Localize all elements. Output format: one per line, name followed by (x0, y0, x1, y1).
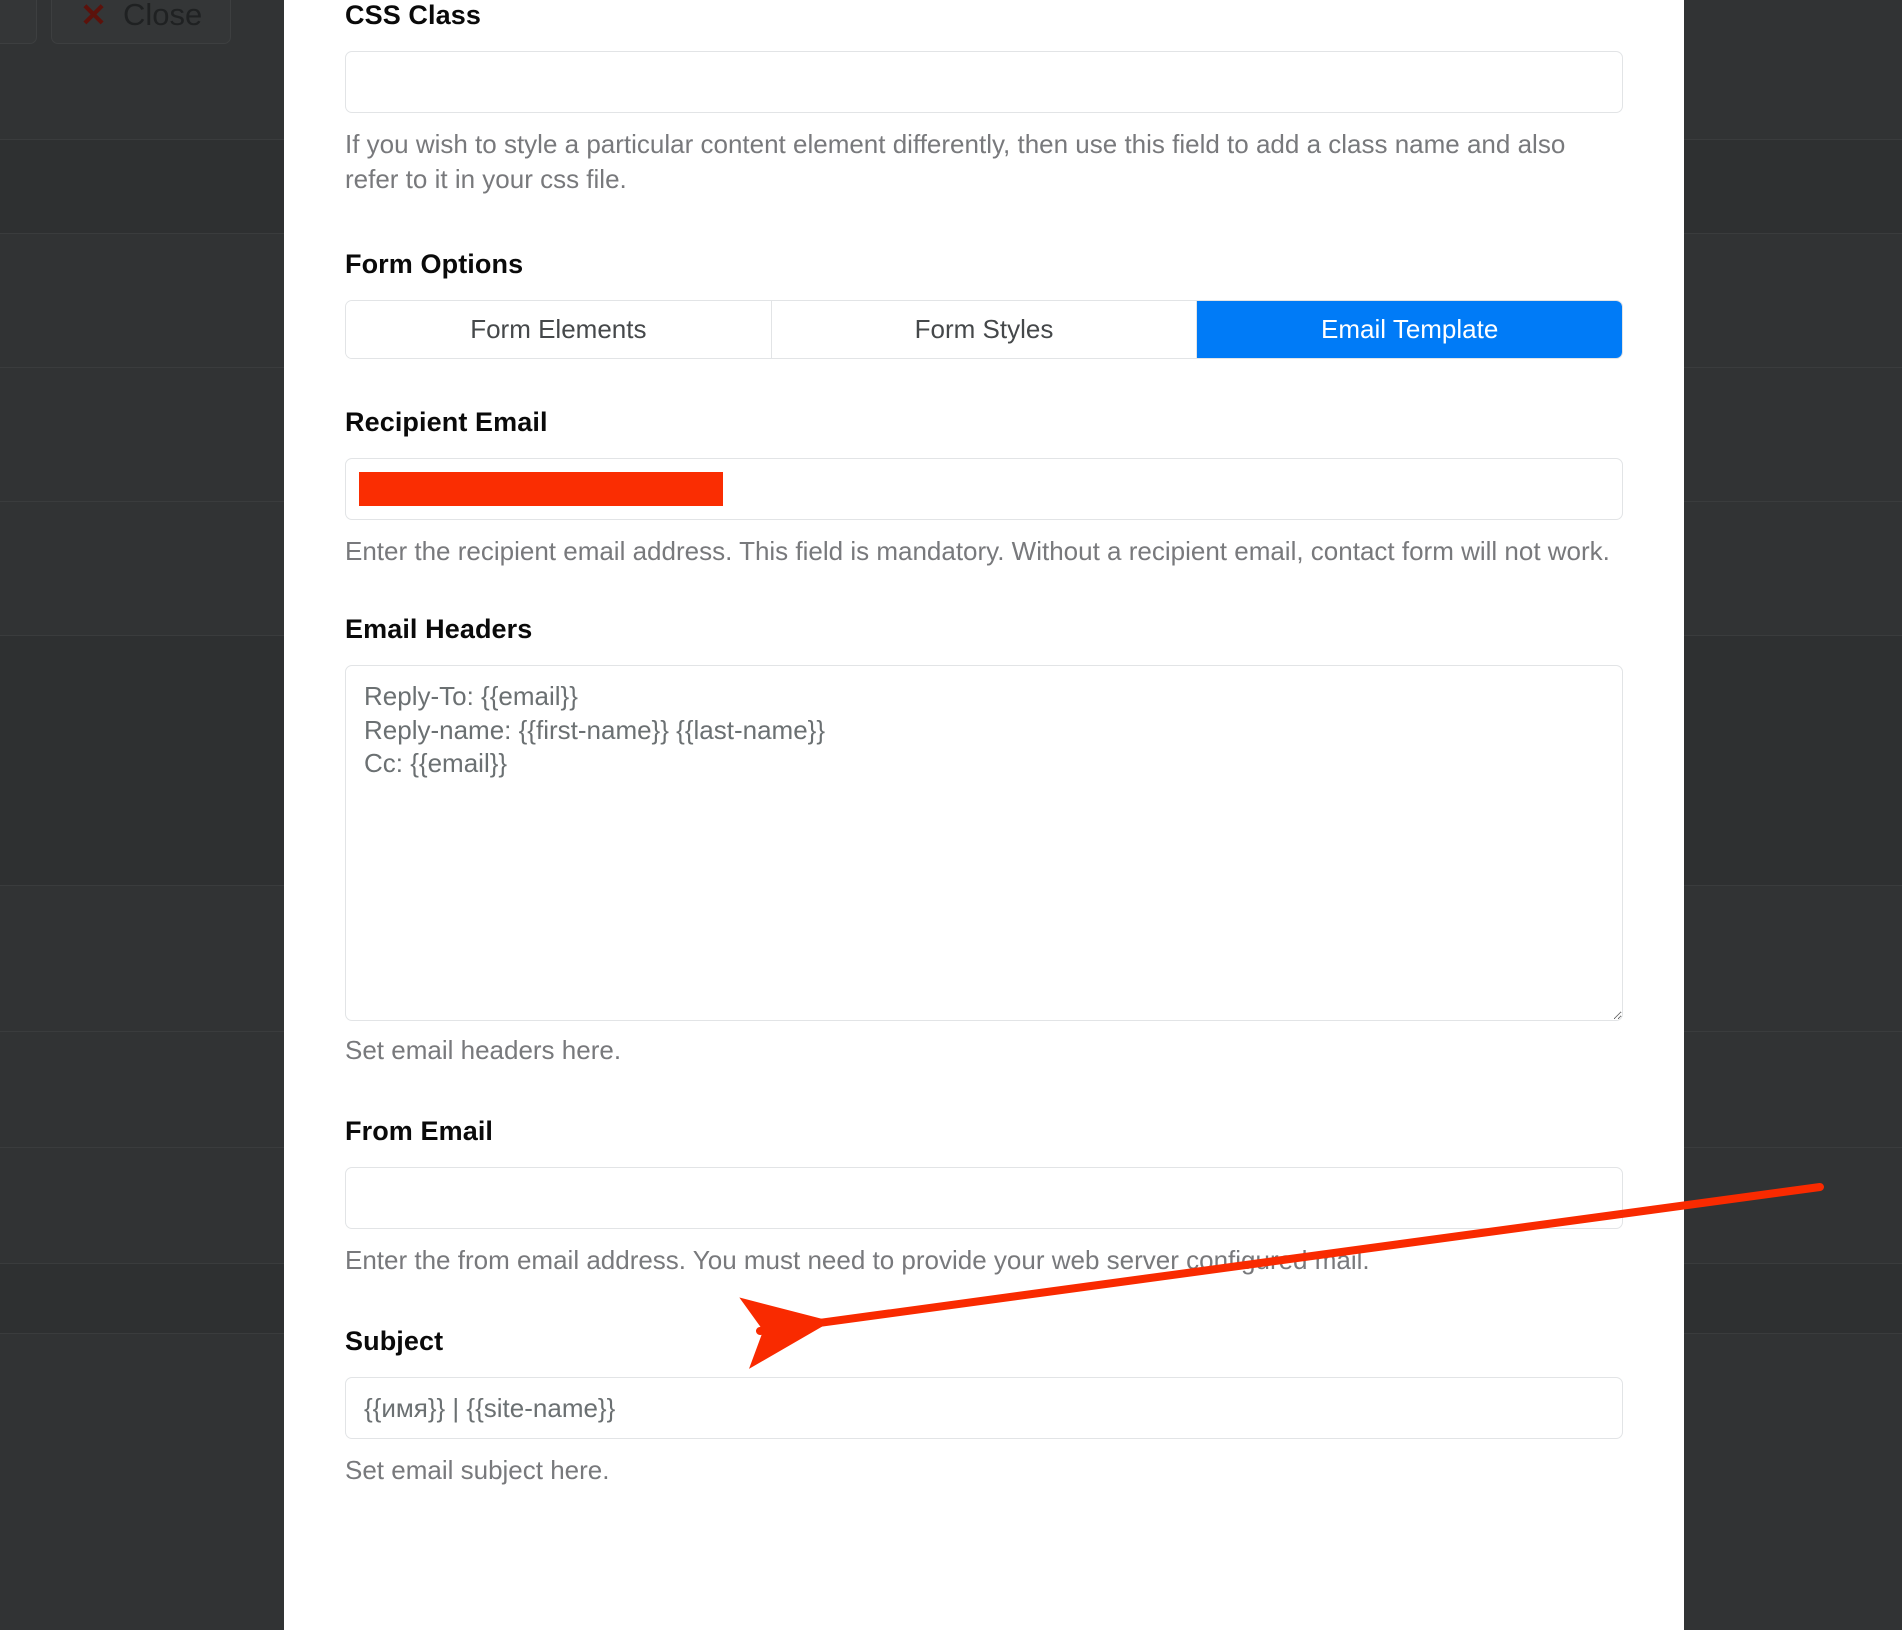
field-email-headers: Email Headers Set email headers here. (345, 614, 1623, 1068)
tab-email-template[interactable]: Email Template (1197, 301, 1622, 358)
close-button[interactable]: ✕ Close (51, 0, 231, 44)
email-headers-helper: Set email headers here. (345, 1033, 1610, 1068)
recipient-email-helper: Enter the recipient email address. This … (345, 534, 1610, 569)
form-options-tabs: Form Elements Form Styles Email Template (345, 300, 1623, 359)
screen: ✓ ✕ Close CSS Class If you wish to style… (0, 0, 1902, 1630)
settings-modal: CSS Class If you wish to style a particu… (284, 0, 1684, 1630)
field-css-class: CSS Class If you wish to style a particu… (345, 0, 1623, 197)
recipient-email-label: Recipient Email (345, 407, 1623, 438)
recipient-email-wrap (345, 458, 1623, 520)
from-email-helper: Enter the from email address. You must n… (345, 1243, 1610, 1278)
css-class-label: CSS Class (345, 0, 1623, 31)
confirm-button[interactable]: ✓ (0, 0, 37, 44)
email-headers-textarea[interactable] (345, 665, 1623, 1021)
modal-content: CSS Class If you wish to style a particu… (284, 0, 1684, 1568)
email-headers-label: Email Headers (345, 614, 1623, 645)
field-from-email: From Email Enter the from email address.… (345, 1116, 1623, 1278)
subject-helper: Set email subject here. (345, 1453, 1610, 1488)
from-email-input[interactable] (345, 1167, 1623, 1229)
field-recipient-email: Recipient Email Enter the recipient emai… (345, 407, 1623, 569)
css-class-helper: If you wish to style a particular conten… (345, 127, 1610, 197)
field-form-options: Form Options Form Elements Form Styles E… (345, 249, 1623, 359)
field-subject: Subject Set email subject here. (345, 1326, 1623, 1488)
from-email-label: From Email (345, 1116, 1623, 1147)
subject-input[interactable] (345, 1377, 1623, 1439)
close-icon: ✕ (80, 0, 107, 31)
redaction-block (359, 472, 723, 506)
close-button-label: Close (123, 0, 202, 33)
css-class-input[interactable] (345, 51, 1623, 113)
tab-form-styles[interactable]: Form Styles (772, 301, 1198, 358)
tab-form-elements[interactable]: Form Elements (346, 301, 772, 358)
backdrop-toolbar: ✓ ✕ Close (0, 0, 231, 44)
subject-label: Subject (345, 1326, 1623, 1357)
form-options-label: Form Options (345, 249, 1623, 280)
